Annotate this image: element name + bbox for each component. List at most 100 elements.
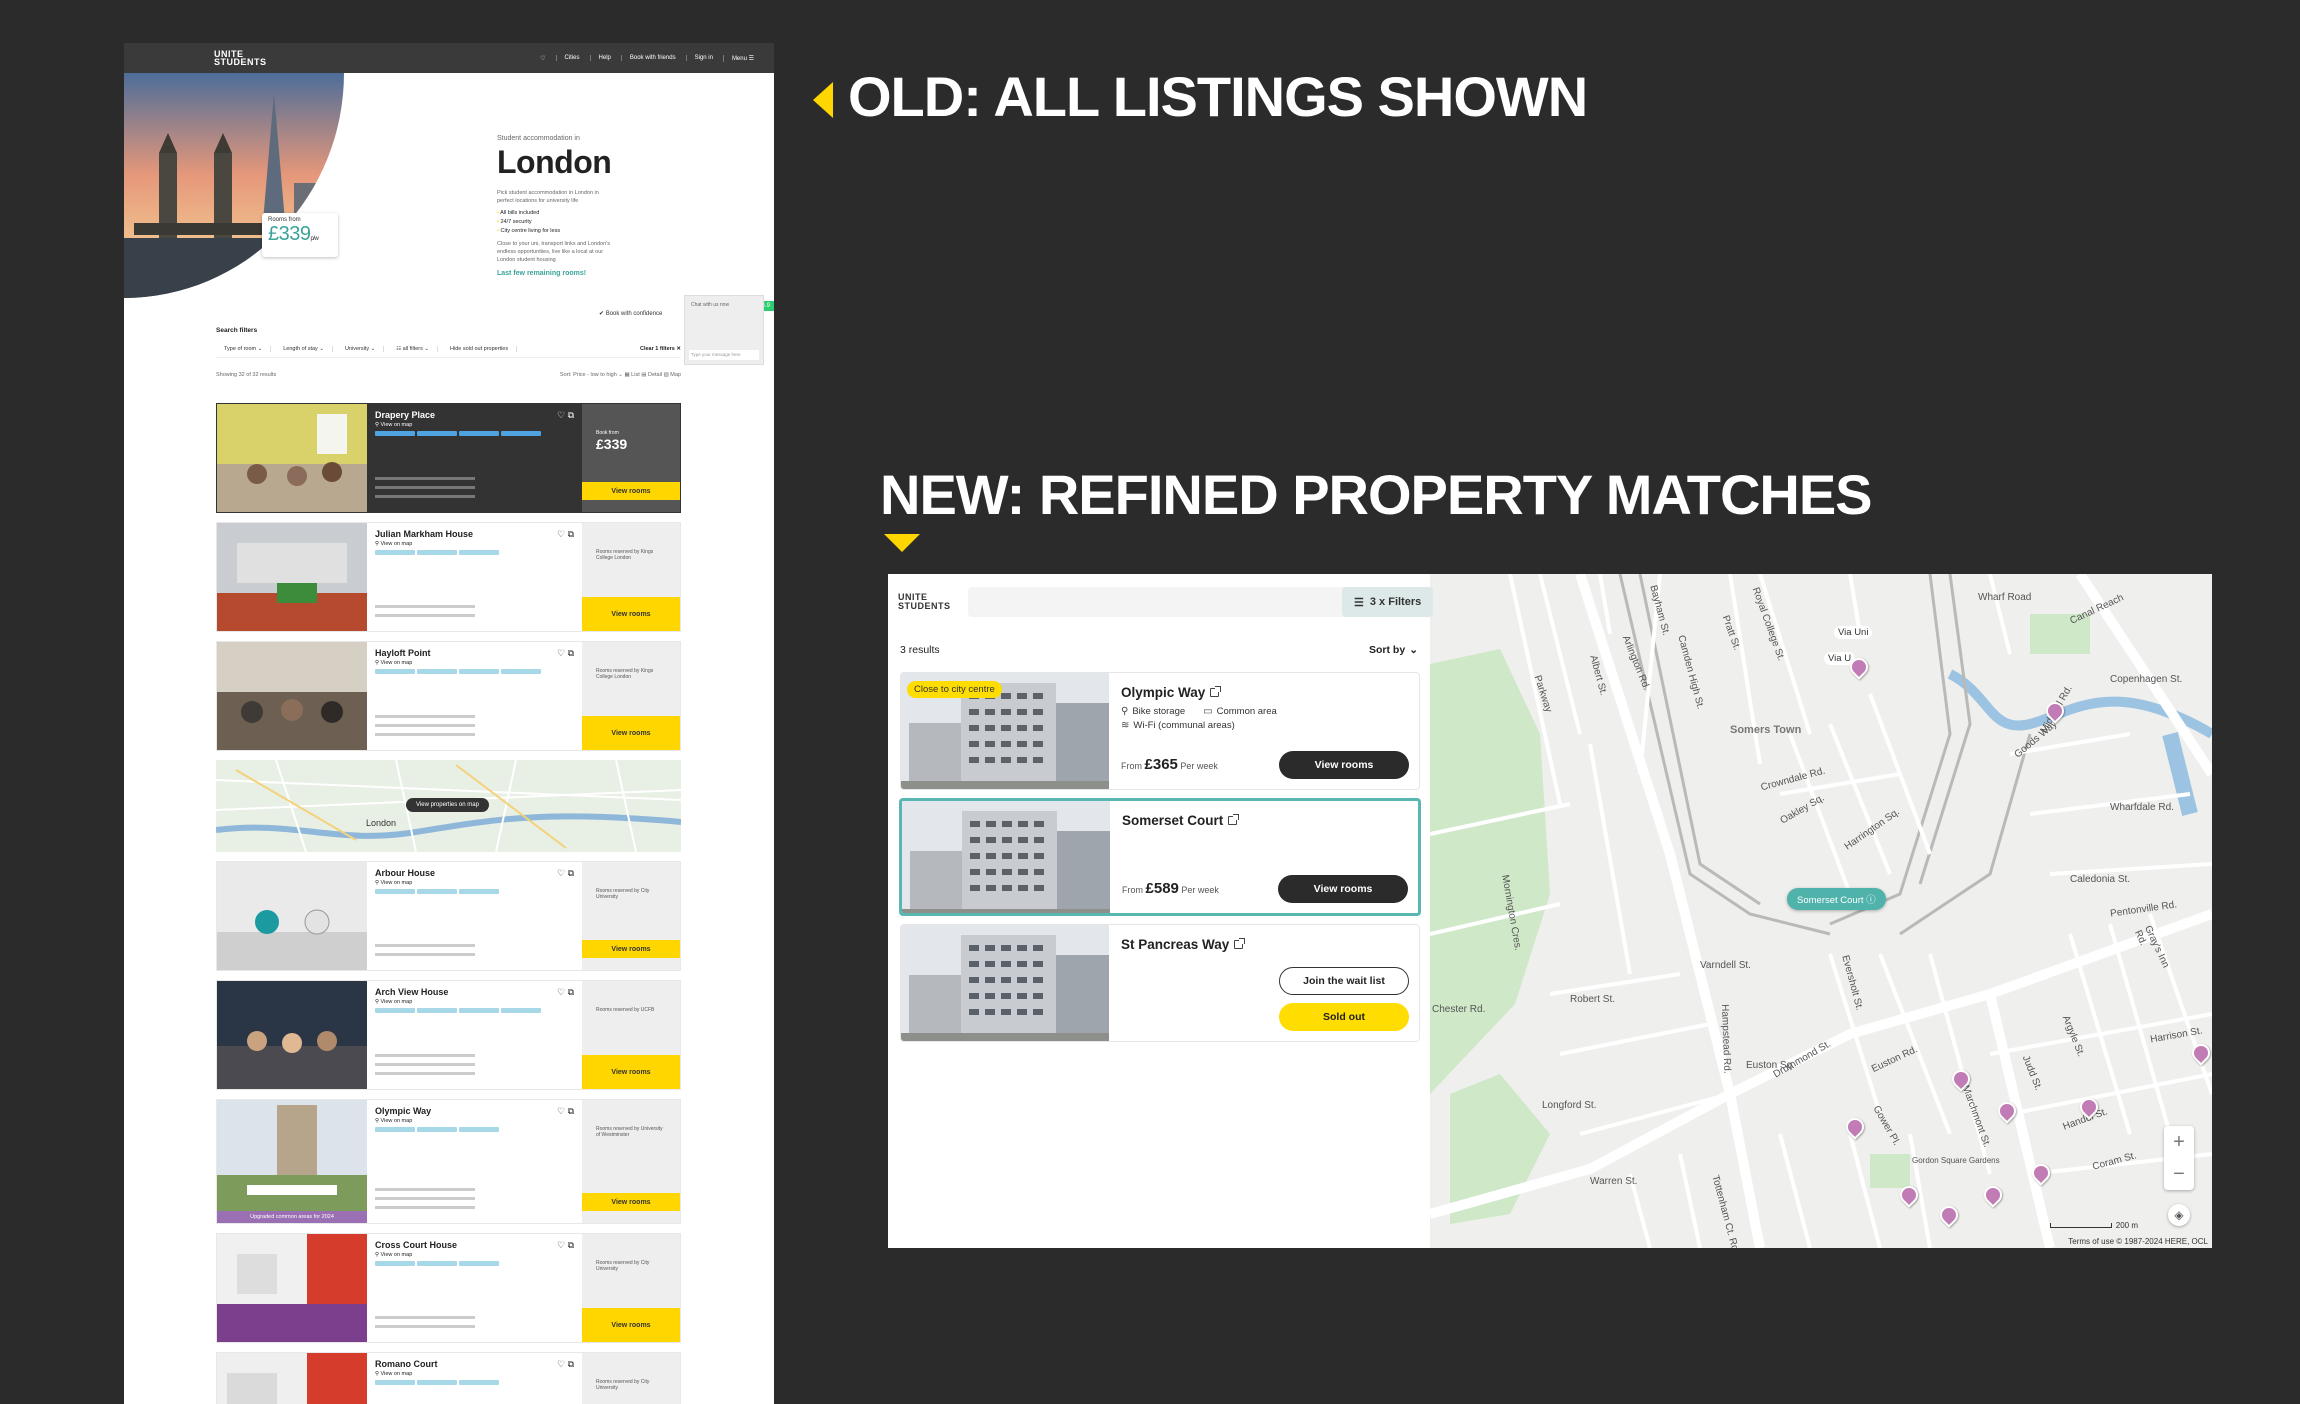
filters-title: Search filters xyxy=(216,327,258,334)
view-properties-on-map-button[interactable]: View properties on map xyxy=(406,798,489,812)
listing-name[interactable]: Arch View House xyxy=(375,987,574,997)
old-nav-menu[interactable]: Menu ☰ xyxy=(722,54,754,62)
listing-name[interactable]: Julian Markham House xyxy=(375,529,574,539)
listing-name[interactable]: Drapery Place xyxy=(375,410,574,420)
property-title[interactable]: Olympic Way xyxy=(1121,685,1407,700)
property-card[interactable]: St Pancreas Way Join the wait list Sold … xyxy=(900,924,1420,1042)
old-sort-control[interactable]: Sort: Price - low to high ⌄ ▦ List ▤ Det… xyxy=(560,372,681,378)
property-title[interactable]: Somerset Court xyxy=(1122,813,1406,828)
view-rooms-button[interactable]: View rooms xyxy=(1278,875,1408,903)
chat-input[interactable]: Type your message here xyxy=(689,350,759,360)
old-nav-sign-in[interactable]: Sign in xyxy=(685,55,713,61)
new-logo[interactable]: UNITE STUDENTS xyxy=(898,593,958,611)
view-on-map-link[interactable]: ⚲ View on map xyxy=(375,422,574,428)
favourite-icon[interactable]: ♡ ⧉ xyxy=(557,1106,574,1117)
filter-row: Type of room ⌄ Length of stay ⌄ Universi… xyxy=(216,340,681,358)
favourite-icon[interactable]: ♡ ⧉ xyxy=(557,648,574,659)
view-rooms-button[interactable]: View rooms xyxy=(582,1308,680,1342)
filter-university[interactable]: University ⌄ xyxy=(337,345,385,352)
price-suffix: Per week xyxy=(1181,885,1219,895)
side-note: Book from xyxy=(596,430,619,436)
clear-filters-button[interactable]: Clear 1 filters ✕ xyxy=(640,346,681,352)
listing-body: Arbour House ⚲ View on map ♡ ⧉ xyxy=(367,862,582,970)
join-wait-list-button[interactable]: Join the wait list xyxy=(1279,967,1409,995)
price-line: From £589 Per week xyxy=(1122,880,1219,897)
view-rooms-button[interactable]: View rooms xyxy=(582,1193,680,1211)
listing-side: Rooms reserved by University of Westmins… xyxy=(582,1100,680,1223)
view-on-map-link[interactable]: ⚲ View on map xyxy=(375,1118,574,1124)
map-canvas[interactable] xyxy=(1430,574,2212,1248)
property-map[interactable]: Bayham St. Camden High St. Royal College… xyxy=(1430,574,2212,1248)
layers-icon[interactable]: ◈ xyxy=(2168,1204,2190,1226)
listing-name[interactable]: Olympic Way xyxy=(375,1106,574,1116)
sold-out-button[interactable]: Sold out xyxy=(1279,1003,1409,1031)
filter-hide-sold-out[interactable]: Hide sold out properties xyxy=(442,345,518,352)
filters-button[interactable]: ☰ 3 x Filters xyxy=(1342,587,1434,617)
view-on-map-link[interactable]: ⚲ View on map xyxy=(375,880,574,886)
property-photo xyxy=(901,925,1109,1041)
selected-property-pin[interactable]: Somerset Court ⓘ xyxy=(1787,888,1886,910)
map-attribution[interactable]: Terms of use © 1987-2024 HERE, OCL xyxy=(2068,1237,2208,1246)
property-title[interactable]: St Pancreas Way xyxy=(1121,937,1407,952)
property-card-selected[interactable]: Somerset Court From £589 Per week View r… xyxy=(899,798,1421,916)
rooms-from-box: Rooms from £339p/w xyxy=(262,213,338,257)
listing-side: Rooms reserved by City University xyxy=(582,1353,680,1404)
listing-name[interactable]: Romano Court xyxy=(375,1359,574,1369)
old-listing-card[interactable]: Romano Court ⚲ View on map ♡ ⧉ Rooms res… xyxy=(216,1352,681,1404)
old-listing-card[interactable]: Julian Markham House ⚲ View on map ♡ ⧉ R… xyxy=(216,522,681,632)
amenity-label: Common area xyxy=(1216,706,1277,717)
old-listing-card[interactable]: Arch View House ⚲ View on map ♡ ⧉ Rooms … xyxy=(216,980,681,1090)
zoom-out-button[interactable]: − xyxy=(2173,1163,2185,1186)
favourite-icon[interactable]: ♡ ⧉ xyxy=(557,410,574,421)
listing-features xyxy=(375,605,574,623)
old-nav-cities[interactable]: Cities xyxy=(555,55,580,61)
zoom-in-button[interactable]: + xyxy=(2173,1131,2185,1154)
hero-remaining-link[interactable]: Last few remaining rooms! xyxy=(497,270,617,277)
chat-widget[interactable]: Chat with us now Type your message here xyxy=(684,295,764,365)
book-with-confidence[interactable]: ✔ Book with confidence xyxy=(599,310,662,317)
sort-by-button[interactable]: Sort by ⌄ xyxy=(1369,644,1418,656)
listing-name[interactable]: Cross Court House xyxy=(375,1240,574,1250)
view-on-map-link[interactable]: ⚲ View on map xyxy=(375,1371,574,1377)
listing-name[interactable]: Hayloft Point xyxy=(375,648,574,658)
view-rooms-button[interactable]: View rooms xyxy=(582,1055,680,1089)
listing-body: Olympic Way ⚲ View on map ♡ ⧉ xyxy=(367,1100,582,1223)
view-on-map-link[interactable]: ⚲ View on map xyxy=(375,660,574,666)
old-nav: ♡ Cities Help Book with friends Sign in … xyxy=(532,54,754,62)
view-on-map-link[interactable]: ⚲ View on map xyxy=(375,1252,574,1258)
view-rooms-button[interactable]: View rooms xyxy=(582,716,680,750)
favourite-icon[interactable]: ♡ ⧉ xyxy=(557,529,574,540)
favourite-icon[interactable]: ♡ ⧉ xyxy=(557,868,574,879)
view-rooms-button[interactable]: View rooms xyxy=(582,597,680,631)
filter-all[interactable]: ☷ all filters ⌄ xyxy=(388,345,438,352)
old-nav-favourites[interactable]: ♡ xyxy=(532,55,545,62)
filter-room-type[interactable]: Type of room ⌄ xyxy=(216,345,272,352)
old-logo[interactable]: UNITE STUDENTS xyxy=(214,50,267,67)
property-card[interactable]: Close to city centre Olympic Way ⚲ Bike … xyxy=(900,672,1420,790)
view-on-map-link[interactable]: ⚲ View on map xyxy=(375,541,574,547)
listing-name[interactable]: Arbour House xyxy=(375,868,574,878)
listing-features xyxy=(375,1054,574,1081)
favourite-icon[interactable]: ♡ ⧉ xyxy=(557,1240,574,1251)
view-rooms-button[interactable]: View rooms xyxy=(582,940,680,958)
favourite-icon[interactable]: ♡ ⧉ xyxy=(557,1359,574,1370)
rooms-from-price: £339p/w xyxy=(268,223,332,246)
old-listing-card[interactable]: Upgraded common areas for 2024 Olympic W… xyxy=(216,1099,681,1224)
view-rooms-button[interactable]: View rooms xyxy=(582,482,680,500)
view-on-map-link[interactable]: ⚲ View on map xyxy=(375,999,574,1005)
old-nav-book-friends[interactable]: Book with friends xyxy=(620,55,676,61)
old-listing-card[interactable]: Cross Court House ⚲ View on map ♡ ⧉ Room… xyxy=(216,1233,681,1343)
results-count: 3 results xyxy=(900,644,940,656)
view-rooms-button[interactable]: View rooms xyxy=(1279,751,1409,779)
old-listing-card[interactable]: Arbour House ⚲ View on map ♡ ⧉ Rooms res… xyxy=(216,861,681,971)
amenity-label: Wi-Fi (communal areas) xyxy=(1133,720,1235,731)
filter-length-of-stay[interactable]: Length of stay ⌄ xyxy=(275,345,333,352)
hero-text: Student accommodation in London Pick stu… xyxy=(497,135,617,277)
hero-kicker: Student accommodation in xyxy=(497,135,580,142)
old-nav-help[interactable]: Help xyxy=(589,55,611,61)
old-map-preview[interactable]: View properties on map London xyxy=(216,760,681,852)
side-note: Rooms reserved by City University xyxy=(596,888,650,900)
old-listing-card[interactable]: Drapery Place ⚲ View on map ♡ ⧉ Book fro… xyxy=(216,403,681,513)
old-listing-card[interactable]: Hayloft Point ⚲ View on map ♡ ⧉ Rooms re… xyxy=(216,641,681,751)
favourite-icon[interactable]: ♡ ⧉ xyxy=(557,987,574,998)
